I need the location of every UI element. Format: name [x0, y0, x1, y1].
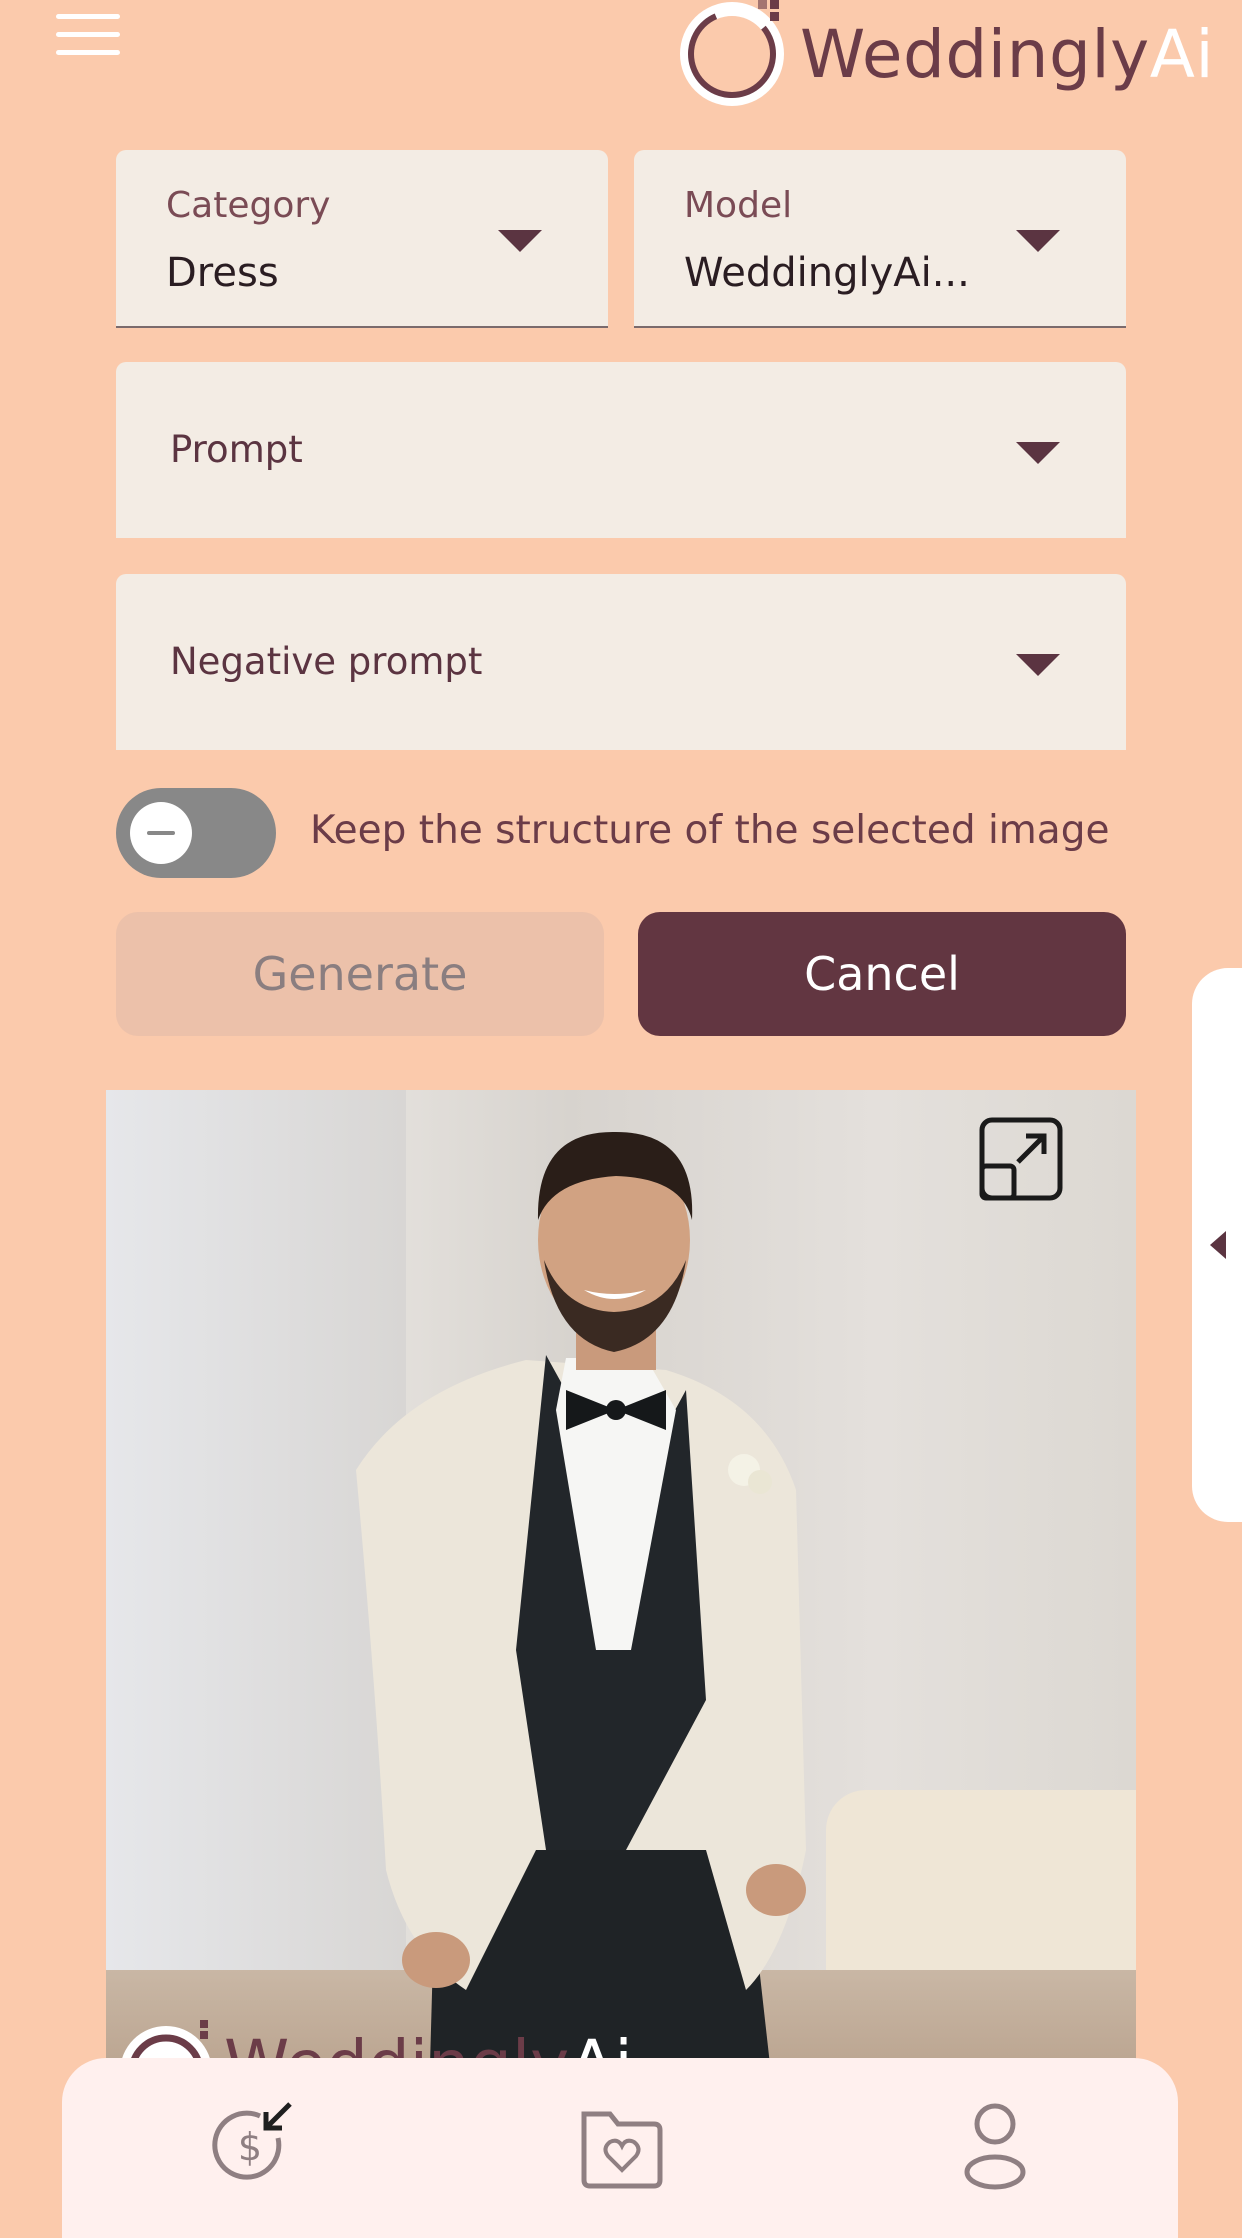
logo-text: WeddinglyAi: [800, 16, 1215, 93]
favorites-folder-icon[interactable]: [576, 2100, 666, 2190]
toggle-off-icon: [130, 802, 192, 864]
hamburger-menu-icon[interactable]: [52, 8, 124, 60]
generate-button[interactable]: Generate: [116, 912, 604, 1036]
category-select[interactable]: Category Dress: [116, 150, 608, 328]
chevron-down-icon: [498, 230, 542, 252]
cancel-button[interactable]: Cancel: [638, 912, 1126, 1036]
model-select[interactable]: Model WeddinglyAi...: [634, 150, 1126, 328]
prompt-label: Prompt: [170, 428, 303, 471]
category-label: Category: [166, 185, 331, 226]
model-label: Model: [684, 185, 793, 226]
expand-icon[interactable]: [978, 1116, 1064, 1202]
generated-image-preview[interactable]: WeddinglyAi: [106, 1090, 1136, 2208]
negative-prompt-label: Negative prompt: [170, 640, 483, 683]
category-value: Dress: [166, 250, 279, 296]
model-value: WeddinglyAi...: [684, 250, 970, 296]
credits-dollar-icon[interactable]: $: [208, 2100, 298, 2190]
chevron-down-icon: [1016, 230, 1060, 252]
negative-prompt-dropdown[interactable]: Negative prompt: [116, 574, 1126, 750]
bottom-navigation: $: [62, 2058, 1178, 2238]
prompt-dropdown[interactable]: Prompt: [116, 362, 1126, 538]
svg-text:$: $: [238, 2125, 262, 2169]
chevron-down-icon: [1016, 442, 1060, 464]
app-logo: WeddinglyAi: [678, 0, 1214, 108]
chevron-down-icon: [1016, 654, 1060, 676]
logo-ring-icon: [680, 0, 784, 106]
keep-structure-toggle[interactable]: [116, 788, 276, 878]
keep-structure-label: Keep the structure of the selected image: [310, 808, 1110, 853]
side-panel-handle[interactable]: [1192, 968, 1242, 1522]
chevron-left-icon: [1210, 1231, 1226, 1259]
profile-user-icon[interactable]: [950, 2100, 1040, 2190]
